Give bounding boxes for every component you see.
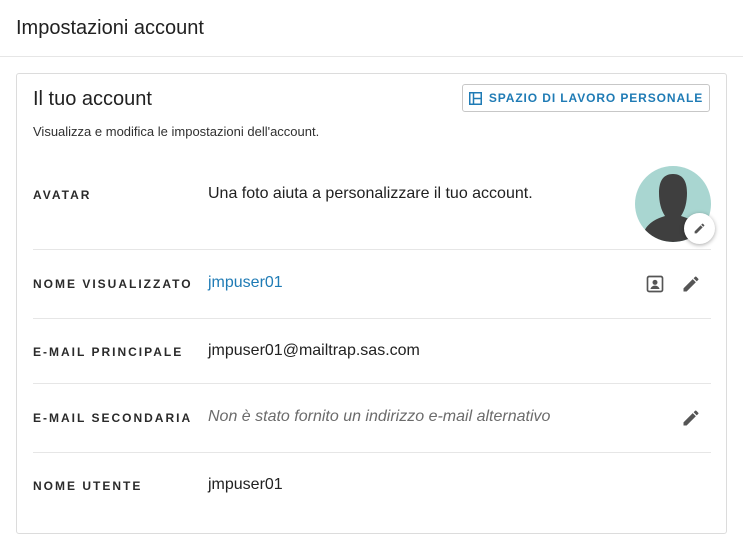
personal-workspace-button[interactable]: SPAZIO DI LAVORO PERSONALE <box>462 84 710 112</box>
primary-email-row: E-MAIL PRINCIPALE jmpuser01@mailtrap.sas… <box>33 319 711 384</box>
username-label: NOME UTENTE <box>33 479 143 493</box>
avatar-container <box>635 166 715 244</box>
secondary-email-row: E-MAIL SECONDARIA Non è stato fornito un… <box>33 384 711 453</box>
avatar-edit-button[interactable] <box>684 213 715 244</box>
pencil-icon <box>683 410 699 426</box>
avatar-label: AVATAR <box>33 188 92 202</box>
edit-secondary-email-button[interactable] <box>679 406 703 430</box>
display-name-row: NOME VISUALIZZATO jmpuser01 <box>33 250 711 319</box>
secondary-email-label: E-MAIL SECONDARIA <box>33 411 193 425</box>
username-value: jmpuser01 <box>208 476 283 493</box>
page-header: Impostazioni account <box>0 0 743 57</box>
pencil-icon <box>683 276 699 292</box>
contact-card-icon <box>646 275 664 293</box>
secondary-email-value: Non è stato fornito un indirizzo e-mail … <box>208 408 551 425</box>
contact-card-button[interactable] <box>643 272 667 296</box>
page-title: Impostazioni account <box>16 17 204 39</box>
username-row: NOME UTENTE jmpuser01 <box>33 453 711 518</box>
display-name-link[interactable]: jmpuser01 <box>208 274 283 292</box>
edit-display-name-button[interactable] <box>679 272 703 296</box>
account-card: Il tuo account SPAZIO DI LAVORO PERSONAL… <box>16 73 727 534</box>
pencil-icon <box>694 223 705 234</box>
display-name-label: NOME VISUALIZZATO <box>33 277 193 291</box>
layout-icon <box>468 91 482 105</box>
personal-workspace-label: SPAZIO DI LAVORO PERSONALE <box>488 91 704 105</box>
card-description: Visualizza e modifica le impostazioni de… <box>33 124 320 139</box>
primary-email-label: E-MAIL PRINCIPALE <box>33 345 184 359</box>
primary-email-value: jmpuser01@mailtrap.sas.com <box>208 342 420 359</box>
avatar-row: AVATAR Una foto aiuta a personalizzare i… <box>33 156 715 250</box>
avatar-hint: Una foto aiuta a personalizzare il tuo a… <box>208 185 533 202</box>
card-title: Il tuo account <box>33 88 152 110</box>
